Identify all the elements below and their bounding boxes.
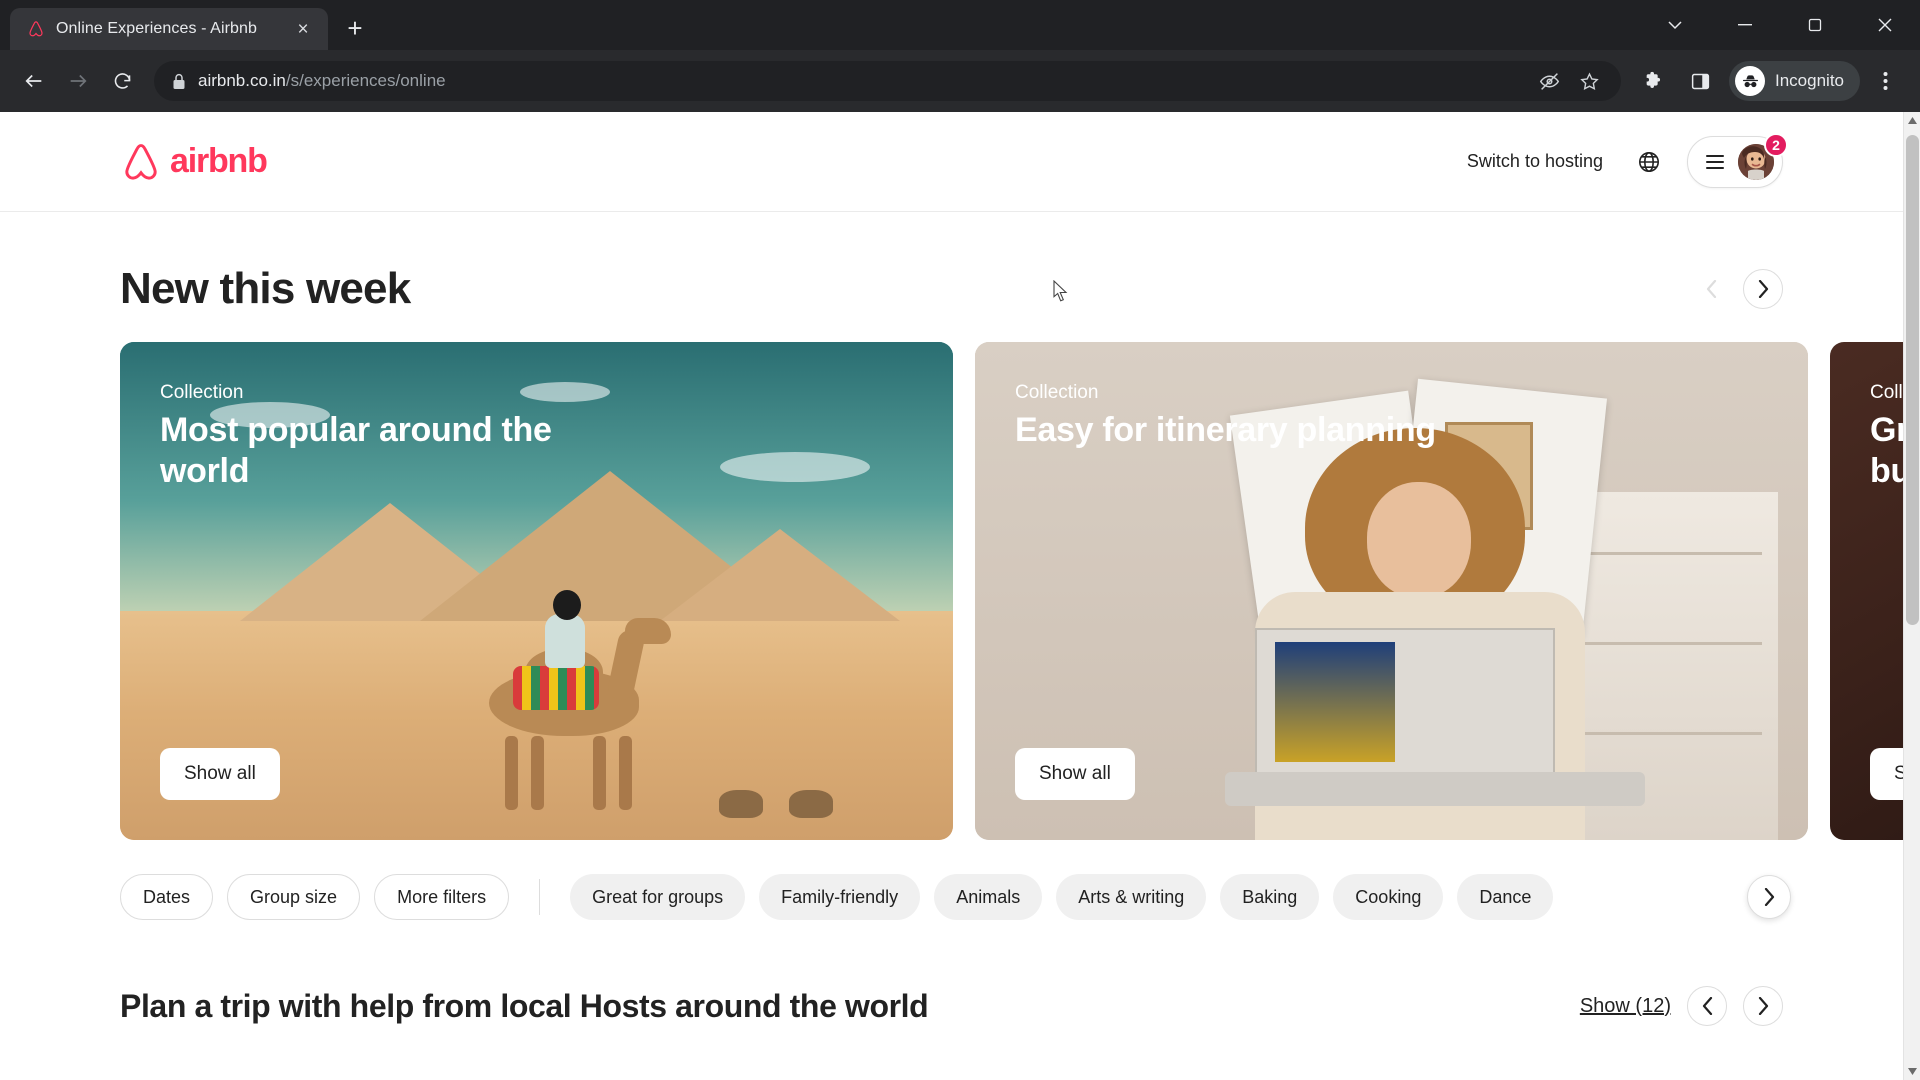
browser-window: Online Experiences - Airbnb × + airbnb.c…: [0, 0, 1920, 1080]
scrollbar-up-arrow-icon[interactable]: [1904, 112, 1920, 129]
airbnb-page: airbnb Switch to hosting 2 New this week…: [0, 112, 1903, 1080]
lock-icon: [172, 73, 186, 90]
card-eyebrow: Collect: [1870, 382, 1903, 403]
card-overlay: Collection Easy for itinerary planning S…: [975, 342, 1808, 840]
star-icon[interactable]: [1571, 63, 1607, 99]
back-arrow-icon[interactable]: [14, 61, 54, 101]
section-header: New this week: [120, 264, 1783, 314]
scrollbar-down-arrow-icon[interactable]: [1904, 1063, 1920, 1080]
collection-card[interactable]: Collection Easy for itinerary planning S…: [975, 342, 1808, 840]
omnibox-actions: [1531, 63, 1607, 99]
site-header: airbnb Switch to hosting 2: [0, 112, 1903, 212]
plan-trip-header: Plan a trip with help from local Hosts a…: [120, 986, 1783, 1026]
plan-trip-title: Plan a trip with help from local Hosts a…: [120, 987, 929, 1024]
chrome-menu-icon[interactable]: [1864, 60, 1906, 102]
close-window-button[interactable]: [1850, 0, 1920, 50]
card-overlay: Collection Most popular around the world…: [120, 342, 953, 840]
incognito-label: Incognito: [1775, 71, 1844, 90]
filter-dates[interactable]: Dates: [120, 874, 214, 920]
show-count-link[interactable]: Show (12): [1580, 995, 1671, 1018]
new-this-week-section: New this week Collection Most popular ar…: [0, 264, 1903, 1026]
window-controls: [1640, 0, 1920, 50]
category-animals[interactable]: Animals: [934, 874, 1043, 920]
switch-to-hosting-link[interactable]: Switch to hosting: [1451, 138, 1619, 185]
minimize-button[interactable]: [1710, 0, 1780, 50]
airbnb-wordmark: airbnb: [170, 142, 268, 180]
show-all-button[interactable]: Show all: [1015, 748, 1135, 800]
category-dance[interactable]: Dance: [1457, 874, 1554, 920]
browser-toolbar: airbnb.co.in/s/experiences/online Incogn…: [0, 50, 1920, 112]
url-domain: airbnb.co.in: [198, 71, 286, 90]
plan-trip-actions: Show (12): [1580, 986, 1783, 1026]
plan-trip-prev-button[interactable]: [1687, 986, 1727, 1026]
hamburger-icon: [1706, 154, 1724, 169]
show-all-button[interactable]: Show all: [160, 748, 280, 800]
card-overlay: Collect Grea buil Sho: [1830, 342, 1903, 840]
plan-trip-next-button[interactable]: [1743, 986, 1783, 1026]
card-title: Easy for itinerary planning: [1015, 411, 1436, 449]
browser-tab[interactable]: Online Experiences - Airbnb ×: [10, 8, 328, 50]
forward-arrow-icon: [58, 61, 98, 101]
eye-slash-icon[interactable]: [1531, 63, 1567, 99]
tab-title: Online Experiences - Airbnb: [56, 20, 258, 37]
incognito-hat-icon: [1735, 66, 1765, 96]
card-eyebrow: Collection: [1015, 382, 1099, 403]
category-baking[interactable]: Baking: [1220, 874, 1320, 920]
carousel-next-button[interactable]: [1743, 269, 1783, 309]
carousel-prev-button: [1691, 269, 1731, 309]
incognito-profile-chip[interactable]: Incognito: [1729, 61, 1860, 101]
category-family-friendly[interactable]: Family-friendly: [759, 874, 921, 920]
show-all-button[interactable]: Sho: [1870, 748, 1903, 800]
reload-icon[interactable]: [102, 61, 142, 101]
collection-card[interactable]: Collect Grea buil Sho: [1830, 342, 1903, 840]
notification-badge: 2: [1764, 132, 1788, 157]
airbnb-logo[interactable]: airbnb: [120, 140, 268, 184]
collection-card[interactable]: Collection Most popular around the world…: [120, 342, 953, 840]
page-title: New this week: [120, 264, 411, 313]
card-title-line2: buil: [1870, 451, 1903, 490]
new-tab-button[interactable]: +: [338, 11, 372, 45]
scrollbar-thumb[interactable]: [1906, 135, 1919, 625]
collection-carousel: Collection Most popular around the world…: [120, 342, 1903, 840]
carousel-arrows: [1691, 269, 1783, 309]
chips-scroll-next-button[interactable]: [1747, 875, 1791, 919]
page-viewport: airbnb Switch to hosting 2 New this week…: [0, 112, 1920, 1080]
card-eyebrow: Collection: [160, 382, 244, 403]
user-menu-button[interactable]: 2: [1687, 132, 1788, 188]
side-panel-icon[interactable]: [1679, 60, 1721, 102]
card-title: Most popular around the world: [160, 411, 552, 490]
filter-group-size[interactable]: Group size: [227, 874, 361, 920]
maximize-button[interactable]: [1780, 0, 1850, 50]
close-icon[interactable]: ×: [290, 16, 316, 42]
card-title-line1: Grea: [1870, 411, 1903, 449]
address-bar[interactable]: airbnb.co.in/s/experiences/online: [154, 61, 1621, 101]
category-cooking[interactable]: Cooking: [1333, 874, 1444, 920]
tab-strip: Online Experiences - Airbnb × +: [0, 0, 1920, 50]
extensions-puzzle-icon[interactable]: [1633, 60, 1675, 102]
header-right: Switch to hosting 2: [1451, 132, 1788, 188]
filter-divider: [539, 879, 541, 915]
page-scrollbar[interactable]: [1903, 112, 1920, 1080]
airbnb-favicon: [26, 19, 46, 39]
category-great-for-groups[interactable]: Great for groups: [570, 874, 746, 920]
airbnb-belo-icon: [125, 143, 157, 180]
filter-bar: Dates Group size More filters Great for …: [120, 874, 1791, 920]
category-arts-writing[interactable]: Arts & writing: [1056, 874, 1207, 920]
globe-icon[interactable]: [1627, 140, 1671, 184]
url-text: airbnb.co.in/s/experiences/online: [198, 71, 1519, 91]
category-chips: Great for groups Family-friendly Animals…: [570, 874, 1783, 920]
scrollbar-track[interactable]: [1904, 129, 1920, 1063]
url-path: /s/experiences/online: [285, 71, 446, 90]
tab-search-chevron-icon[interactable]: [1640, 0, 1710, 50]
filter-more-filters[interactable]: More filters: [374, 874, 510, 920]
